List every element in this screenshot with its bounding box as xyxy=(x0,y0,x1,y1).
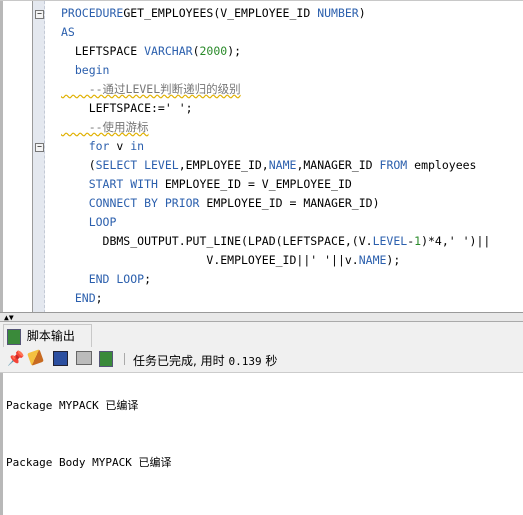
code-token: NAME xyxy=(268,158,297,172)
code-token: SELECT LEVEL xyxy=(95,158,179,172)
code-token: FROM xyxy=(379,158,408,172)
print-icon[interactable] xyxy=(76,351,92,365)
code-token: END LOOP xyxy=(61,272,145,286)
code-token: ); xyxy=(386,253,401,267)
code-line: for v in xyxy=(61,137,144,156)
code-token: ) xyxy=(358,6,366,20)
code-token: NUMBER xyxy=(317,6,359,20)
code-line: --使用游标 xyxy=(61,118,149,137)
code-token: ); xyxy=(227,44,242,58)
pin-icon[interactable]: 📌 xyxy=(7,351,24,367)
clear-output-icon[interactable] xyxy=(99,351,113,367)
code-line: AS xyxy=(61,23,75,42)
code-line: LOOP xyxy=(61,213,117,232)
code-line: END LOOP; xyxy=(61,270,151,289)
code-token: ,MANAGER_ID xyxy=(296,158,380,172)
code-token: AS xyxy=(61,25,75,39)
code-token: employees xyxy=(407,158,477,172)
code-token: ; xyxy=(144,272,152,286)
code-token: LEFTSPACE:=' '; xyxy=(61,101,193,115)
code-token: VARCHAR xyxy=(144,44,193,58)
save-icon[interactable] xyxy=(53,351,68,366)
code-token: ( xyxy=(192,44,200,58)
script-output-icon xyxy=(7,328,21,345)
code-token: --使用游标 xyxy=(61,120,149,134)
code-line: V.EMPLOYEE_ID||' '||v.NAME); xyxy=(61,251,400,270)
code-line: LEFTSPACE VARCHAR(2000); xyxy=(61,42,241,61)
code-line: END; xyxy=(61,289,103,308)
code-line: PROCEDUREGET_EMPLOYEES(V_EMPLOYEE_ID NUM… xyxy=(61,4,366,23)
code-token: NAME xyxy=(358,253,387,267)
code-token: in xyxy=(130,139,145,153)
line-number-area xyxy=(3,1,33,313)
code-token: v xyxy=(109,139,131,153)
code-token: LEFTSPACE xyxy=(61,44,145,58)
code-token: ( xyxy=(61,158,96,172)
code-token: END xyxy=(61,291,96,305)
code-line: --通过LEVEL判断递归的级别 xyxy=(61,80,241,99)
code-token: V.EMPLOYEE_ID||' '||v. xyxy=(61,253,359,267)
code-editor[interactable]: PROCEDUREGET_EMPLOYEES(V_EMPLOYEE_ID NUM… xyxy=(0,0,523,313)
code-token: PROCEDURE xyxy=(61,6,124,20)
code-token: ; xyxy=(95,291,103,305)
fold-toggle-icon[interactable]: − xyxy=(35,143,44,152)
code-token: LEVEL xyxy=(372,234,408,248)
code-token: 2000 xyxy=(199,44,228,58)
code-token: EMPLOYEE_ID = V_EMPLOYEE_ID xyxy=(157,177,352,191)
output-toolbar: 📌 任务已完成, 用时 0.139 秒 xyxy=(0,347,523,373)
code-line: START WITH EMPLOYEE_ID = V_EMPLOYEE_ID xyxy=(61,175,352,194)
toolbar-divider xyxy=(124,353,125,365)
status-text: 任务已完成, 用时 0.139 秒 xyxy=(133,354,278,368)
code-line: LEFTSPACE:=' '; xyxy=(61,99,193,118)
output-line: Package Body MYPACK 已编译 xyxy=(6,456,172,469)
code-token: ,EMPLOYEE_ID, xyxy=(178,158,269,172)
tab-label: 脚本输出 xyxy=(26,329,75,343)
code-token: CONNECT BY PRIOR xyxy=(61,196,200,210)
code-token: )*4,' ')|| xyxy=(421,234,491,248)
fold-gutter xyxy=(33,1,45,313)
code-line: DBMS_OUTPUT.PUT_LINE(LPAD(LEFTSPACE,(V.L… xyxy=(61,232,491,251)
output-tabbar: 脚本输出 x xyxy=(0,321,523,366)
output-area[interactable]: Package MYPACK 已编译 Package Body MYPACK 已… xyxy=(0,373,523,515)
code-token: START WITH xyxy=(61,177,158,191)
code-token: for xyxy=(61,139,110,153)
code-token: LOOP xyxy=(61,215,117,229)
code-token: begin xyxy=(61,63,110,77)
fold-toggle-icon[interactable]: − xyxy=(35,10,44,19)
eraser-icon[interactable] xyxy=(27,349,44,366)
code-line: begin xyxy=(61,61,110,80)
code-token: --通过LEVEL判断递归的级别 xyxy=(61,82,241,96)
output-line: Package MYPACK 已编译 xyxy=(6,399,139,412)
code-token: DBMS_OUTPUT.PUT_LINE(LPAD(LEFTSPACE,(V. xyxy=(61,234,373,248)
code-token: GET_EMPLOYEES(V_EMPLOYEE_ID xyxy=(123,6,318,20)
tab-script-output[interactable]: 脚本输出 x xyxy=(3,324,92,366)
code-line: CONNECT BY PRIOR EMPLOYEE_ID = MANAGER_I… xyxy=(61,194,380,213)
code-line: (SELECT LEVEL,EMPLOYEE_ID,NAME,MANAGER_I… xyxy=(61,156,477,175)
code-token: EMPLOYEE_ID = MANAGER_ID) xyxy=(199,196,380,210)
